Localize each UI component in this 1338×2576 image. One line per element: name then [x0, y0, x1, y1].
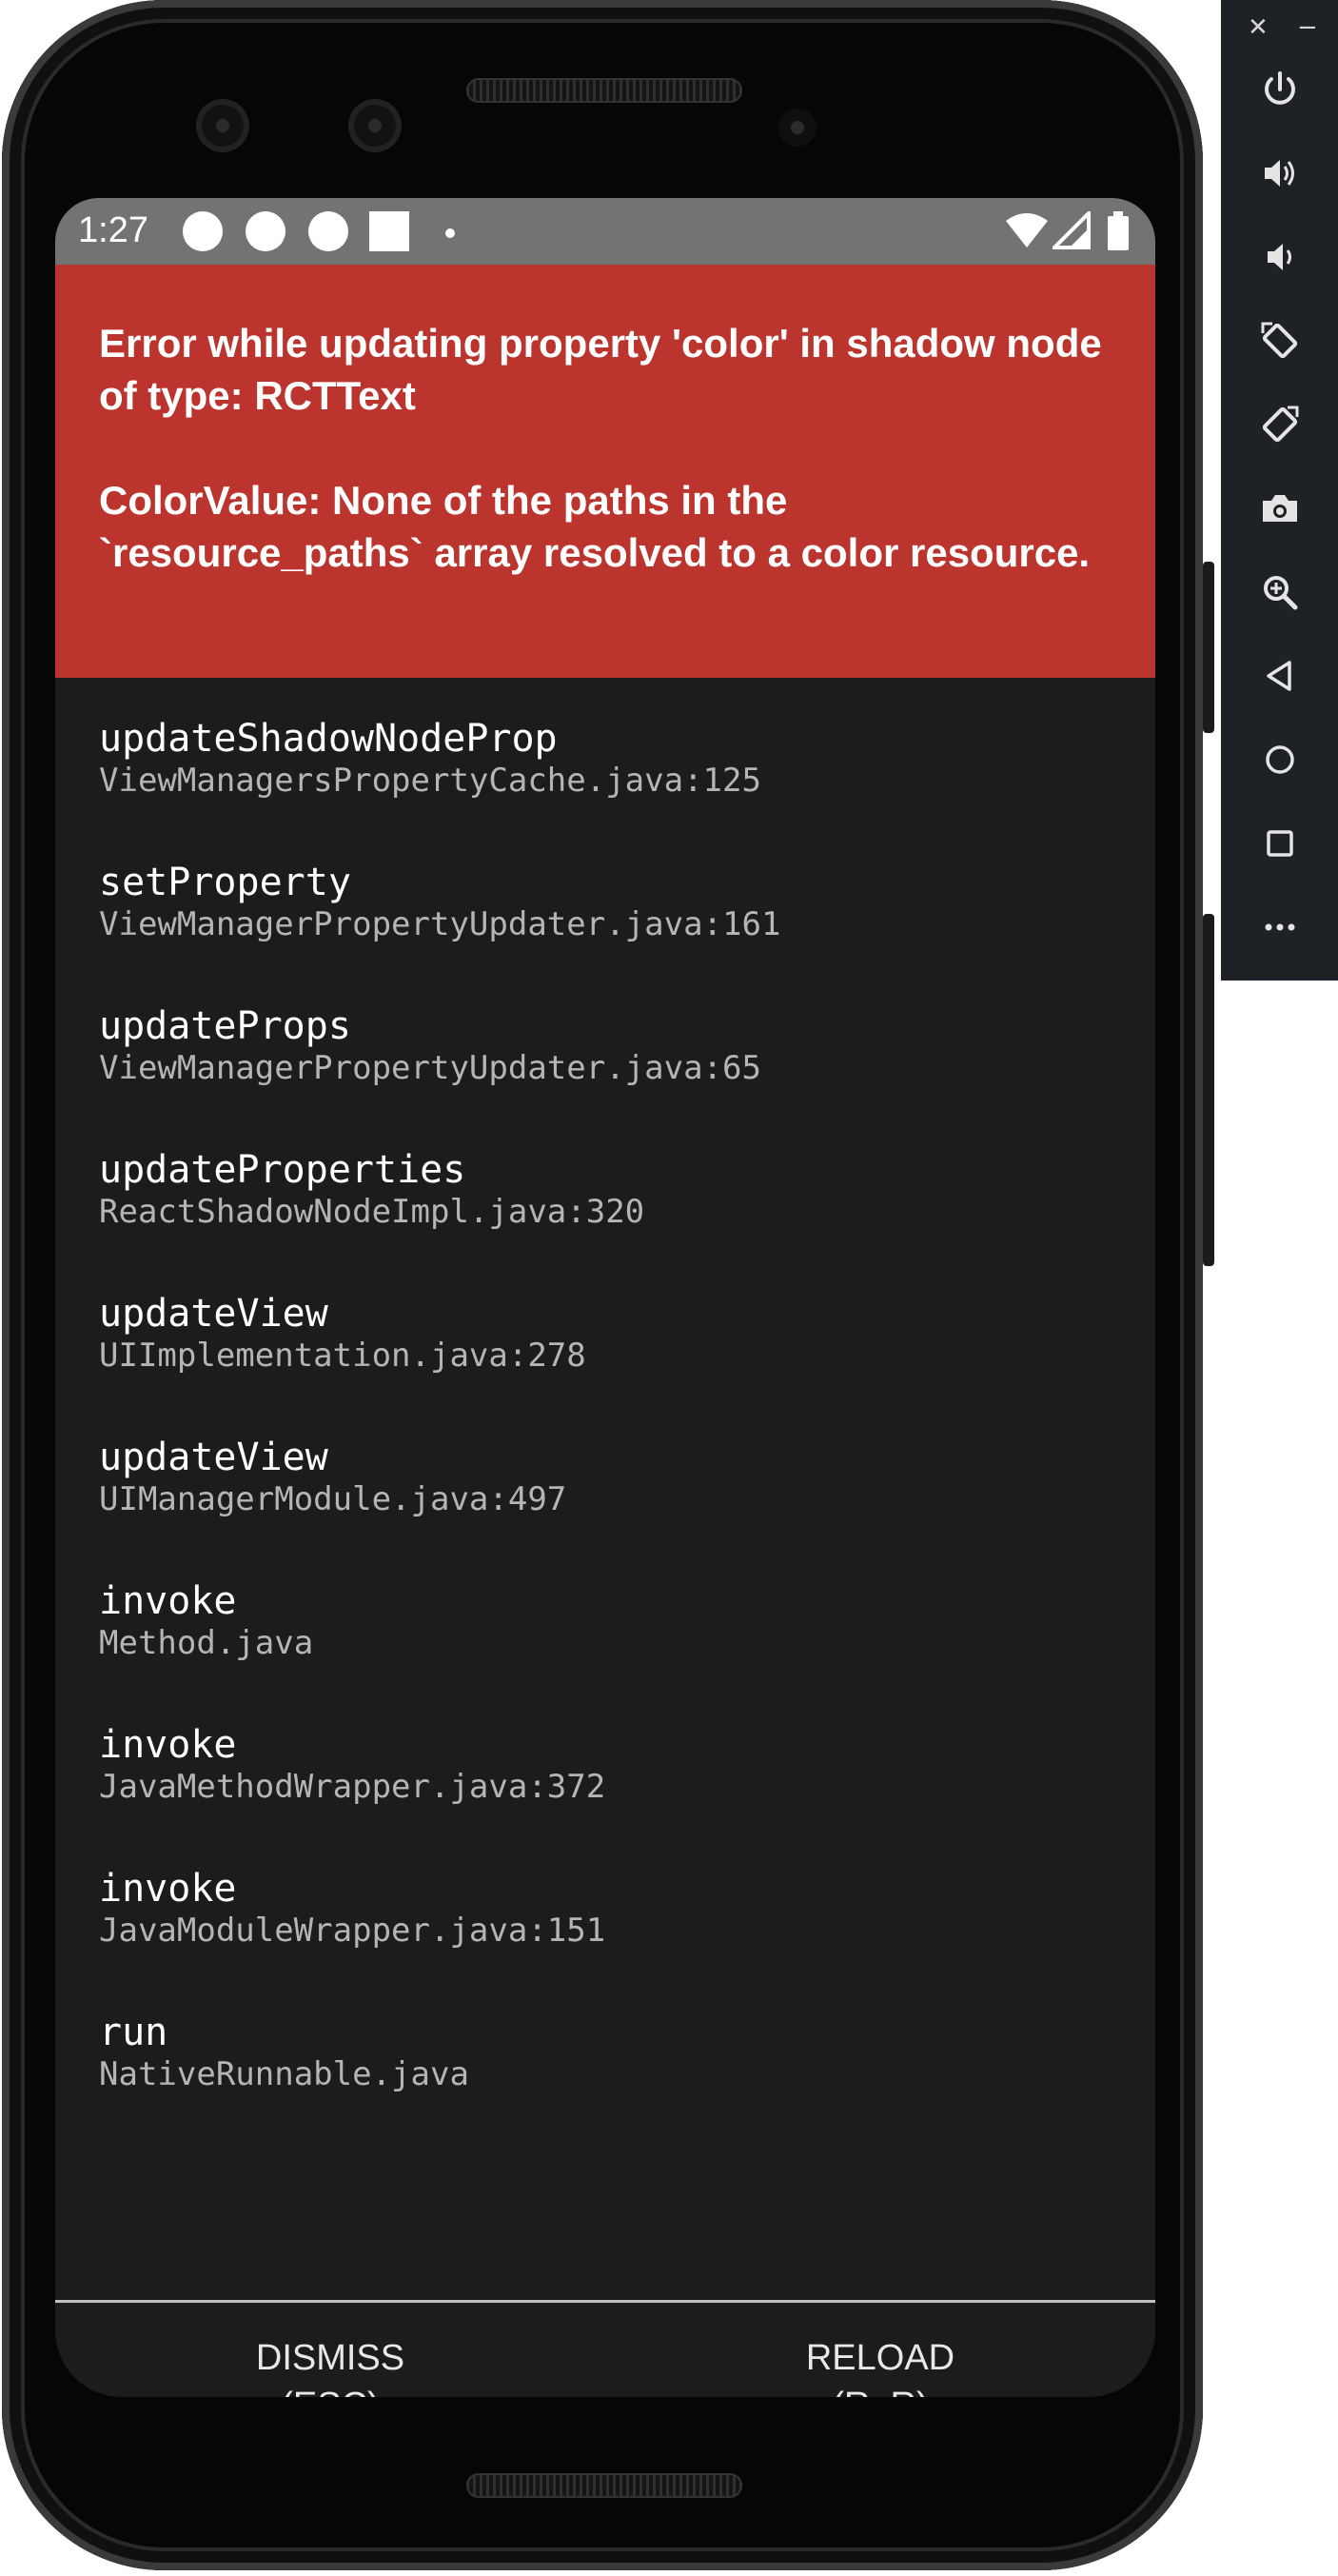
- stack-frame-method: updateProperties: [99, 1148, 466, 1192]
- top-speaker-grille: [466, 78, 742, 103]
- cellular-signal-icon: [1053, 211, 1091, 249]
- button-bar: DISMISS (ESC) RELOAD (R, R): [55, 2303, 1155, 2397]
- status-time: 1:27: [78, 210, 148, 250]
- stack-frame-file: Method.java: [99, 1624, 314, 1662]
- stack-frame-method: setProperty: [99, 861, 351, 904]
- toolbar-close-button[interactable]: ✕: [1248, 13, 1269, 42]
- phone-side-button-volume: [1203, 914, 1214, 1266]
- home-icon: [1266, 745, 1294, 774]
- stack-frame-file: ViewManagersPropertyCache.java:125: [99, 762, 761, 800]
- battery-icon: [1108, 211, 1129, 250]
- stack-frame[interactable]: setProperty ViewManagerPropertyUpdater.j…: [99, 860, 1127, 943]
- status-bar: 1:27: [55, 198, 1155, 265]
- front-camera-2: [348, 99, 402, 152]
- stack-frame-file: UIManagerModule.java:497: [99, 1480, 567, 1518]
- power-button[interactable]: [1242, 55, 1318, 124]
- stack-frame[interactable]: run NativeRunnable.java: [99, 2010, 1127, 2093]
- stack-frame[interactable]: updateShadowNodeProp ViewManagersPropert…: [99, 716, 1127, 800]
- rotate-right-button[interactable]: [1242, 390, 1318, 459]
- stack-frame[interactable]: invoke JavaMethodWrapper.java:372: [99, 1722, 1127, 1806]
- screenshot-button[interactable]: [1242, 474, 1318, 543]
- proximity-sensor: [778, 109, 817, 147]
- reload-button[interactable]: RELOAD (R, R): [605, 2303, 1155, 2398]
- stack-frame-file: ViewManagerPropertyUpdater.java:65: [99, 1049, 761, 1087]
- stack-frame-method: updateView: [99, 1292, 328, 1336]
- stack-frame-file: JavaModuleWrapper.java:151: [99, 1912, 606, 1950]
- stack-frame-file: ReactShadowNodeImpl.java:320: [99, 1193, 645, 1231]
- overview-button[interactable]: [1242, 809, 1318, 878]
- rotate-left-icon: [1261, 322, 1298, 359]
- dismiss-button-shortcut: (ESC): [281, 2382, 379, 2398]
- notification-circle-icon: [308, 211, 348, 251]
- emulator-toolbar: ✕ −: [1221, 0, 1338, 981]
- stack-frame[interactable]: updateView UIImplementation.java:278: [99, 1291, 1127, 1375]
- stack-frame-method: run: [99, 2011, 168, 2054]
- stack-frame-file: UIImplementation.java:278: [99, 1337, 586, 1375]
- home-button[interactable]: [1242, 725, 1318, 794]
- front-camera-1: [196, 99, 249, 152]
- stack-frame[interactable]: updateView UIManagerModule.java:497: [99, 1435, 1127, 1518]
- stack-frame-method: invoke: [99, 1579, 237, 1623]
- notification-square-icon: [369, 211, 409, 251]
- more-icon: [1265, 923, 1295, 931]
- bottom-speaker-grille: [466, 2473, 742, 2498]
- back-icon: [1267, 661, 1291, 691]
- error-message: ColorValue: None of the paths in the `re…: [99, 478, 1091, 575]
- volume-up-icon: [1265, 160, 1294, 187]
- dismiss-button-label: DISMISS: [255, 2337, 405, 2378]
- dismiss-button[interactable]: DISMISS (ESC): [55, 2303, 605, 2398]
- power-icon: [1265, 71, 1295, 105]
- wifi-icon: [1006, 213, 1048, 248]
- stack-frame[interactable]: updateProperties ReactShadowNodeImpl.jav…: [99, 1147, 1127, 1231]
- phone-frame: 1:27 Error while updating property 'colo…: [2, 0, 1214, 2570]
- more-notifications-dot-icon: [445, 228, 455, 238]
- stack-frame-method: updateView: [99, 1436, 328, 1479]
- volume-down-button[interactable]: [1242, 223, 1318, 291]
- zoom-icon: [1264, 576, 1298, 610]
- device-screen: 1:27 Error while updating property 'colo…: [55, 198, 1155, 2397]
- back-button[interactable]: [1242, 642, 1318, 710]
- stack-frame-method: invoke: [99, 1867, 237, 1911]
- toolbar-minimize-button[interactable]: −: [1297, 13, 1318, 42]
- more-button[interactable]: [1242, 893, 1318, 961]
- phone-side-button-power: [1203, 562, 1214, 733]
- stack-frame-method: invoke: [99, 1723, 237, 1767]
- stack-frame-method: updateProps: [99, 1004, 351, 1048]
- stack-frame-file: ViewManagerPropertyUpdater.java:161: [99, 905, 781, 943]
- reload-button-label: RELOAD: [805, 2337, 955, 2378]
- volume-down-icon: [1268, 244, 1291, 270]
- stack-trace-list[interactable]: updateShadowNodeProp ViewManagersPropert…: [55, 678, 1155, 2300]
- error-header: Error while updating property 'color' in…: [55, 265, 1155, 678]
- rotate-right-icon: [1262, 406, 1299, 443]
- stack-frame[interactable]: invoke Method.java: [99, 1578, 1127, 1662]
- stack-frame-method: updateShadowNodeProp: [99, 717, 558, 761]
- stack-frame[interactable]: updateProps ViewManagerPropertyUpdater.j…: [99, 1003, 1127, 1087]
- notification-circle-icon: [183, 211, 223, 251]
- stack-frame[interactable]: invoke JavaModuleWrapper.java:151: [99, 1866, 1127, 1950]
- stack-frame-file: NativeRunnable.java: [99, 2055, 469, 2093]
- overview-icon: [1267, 830, 1293, 857]
- notification-circle-icon: [246, 211, 285, 251]
- zoom-button[interactable]: [1242, 558, 1318, 626]
- volume-up-button[interactable]: [1242, 139, 1318, 208]
- rotate-left-button[interactable]: [1242, 307, 1318, 375]
- stack-frame-file: JavaMethodWrapper.java:372: [99, 1768, 606, 1806]
- error-title: Error while updating property 'color' in…: [99, 321, 1102, 418]
- reload-button-shortcut: (R, R): [832, 2382, 928, 2398]
- camera-icon: [1263, 495, 1297, 522]
